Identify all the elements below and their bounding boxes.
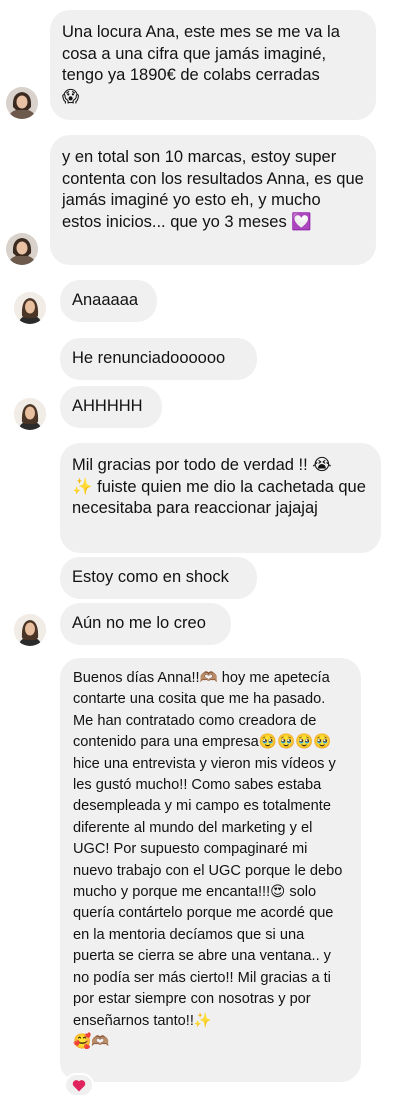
message-bubble[interactable]: Aún no me lo creo (60, 603, 231, 645)
message-bubble[interactable]: He renunciadoooooo (60, 338, 257, 380)
heart-icon (72, 1079, 86, 1092)
message-bubble[interactable]: Mil gracias por todo de verdad !! 😭 ✨ fu… (60, 443, 381, 553)
message-bubble[interactable]: Buenos días Anna!!🫶🏽 hoy me apetecía con… (60, 658, 361, 1082)
chat-thread: Una locura Ana, este mes se me va la cos… (0, 0, 400, 1100)
sender-avatar[interactable] (14, 292, 46, 324)
message-bubble[interactable]: Una locura Ana, este mes se me va la cos… (50, 10, 376, 120)
sender-avatar[interactable] (14, 614, 46, 646)
sender-avatar[interactable] (6, 233, 38, 265)
sender-avatar[interactable] (14, 398, 46, 430)
sender-avatar[interactable] (6, 87, 38, 119)
message-bubble[interactable]: AHHHHH (60, 386, 162, 428)
message-bubble[interactable]: y en total son 10 marcas, estoy super co… (50, 135, 376, 265)
message-bubble[interactable]: Estoy como en shock (60, 557, 257, 599)
message-bubble[interactable]: Anaaaaa (60, 280, 157, 322)
reaction-badge[interactable] (64, 1073, 94, 1097)
